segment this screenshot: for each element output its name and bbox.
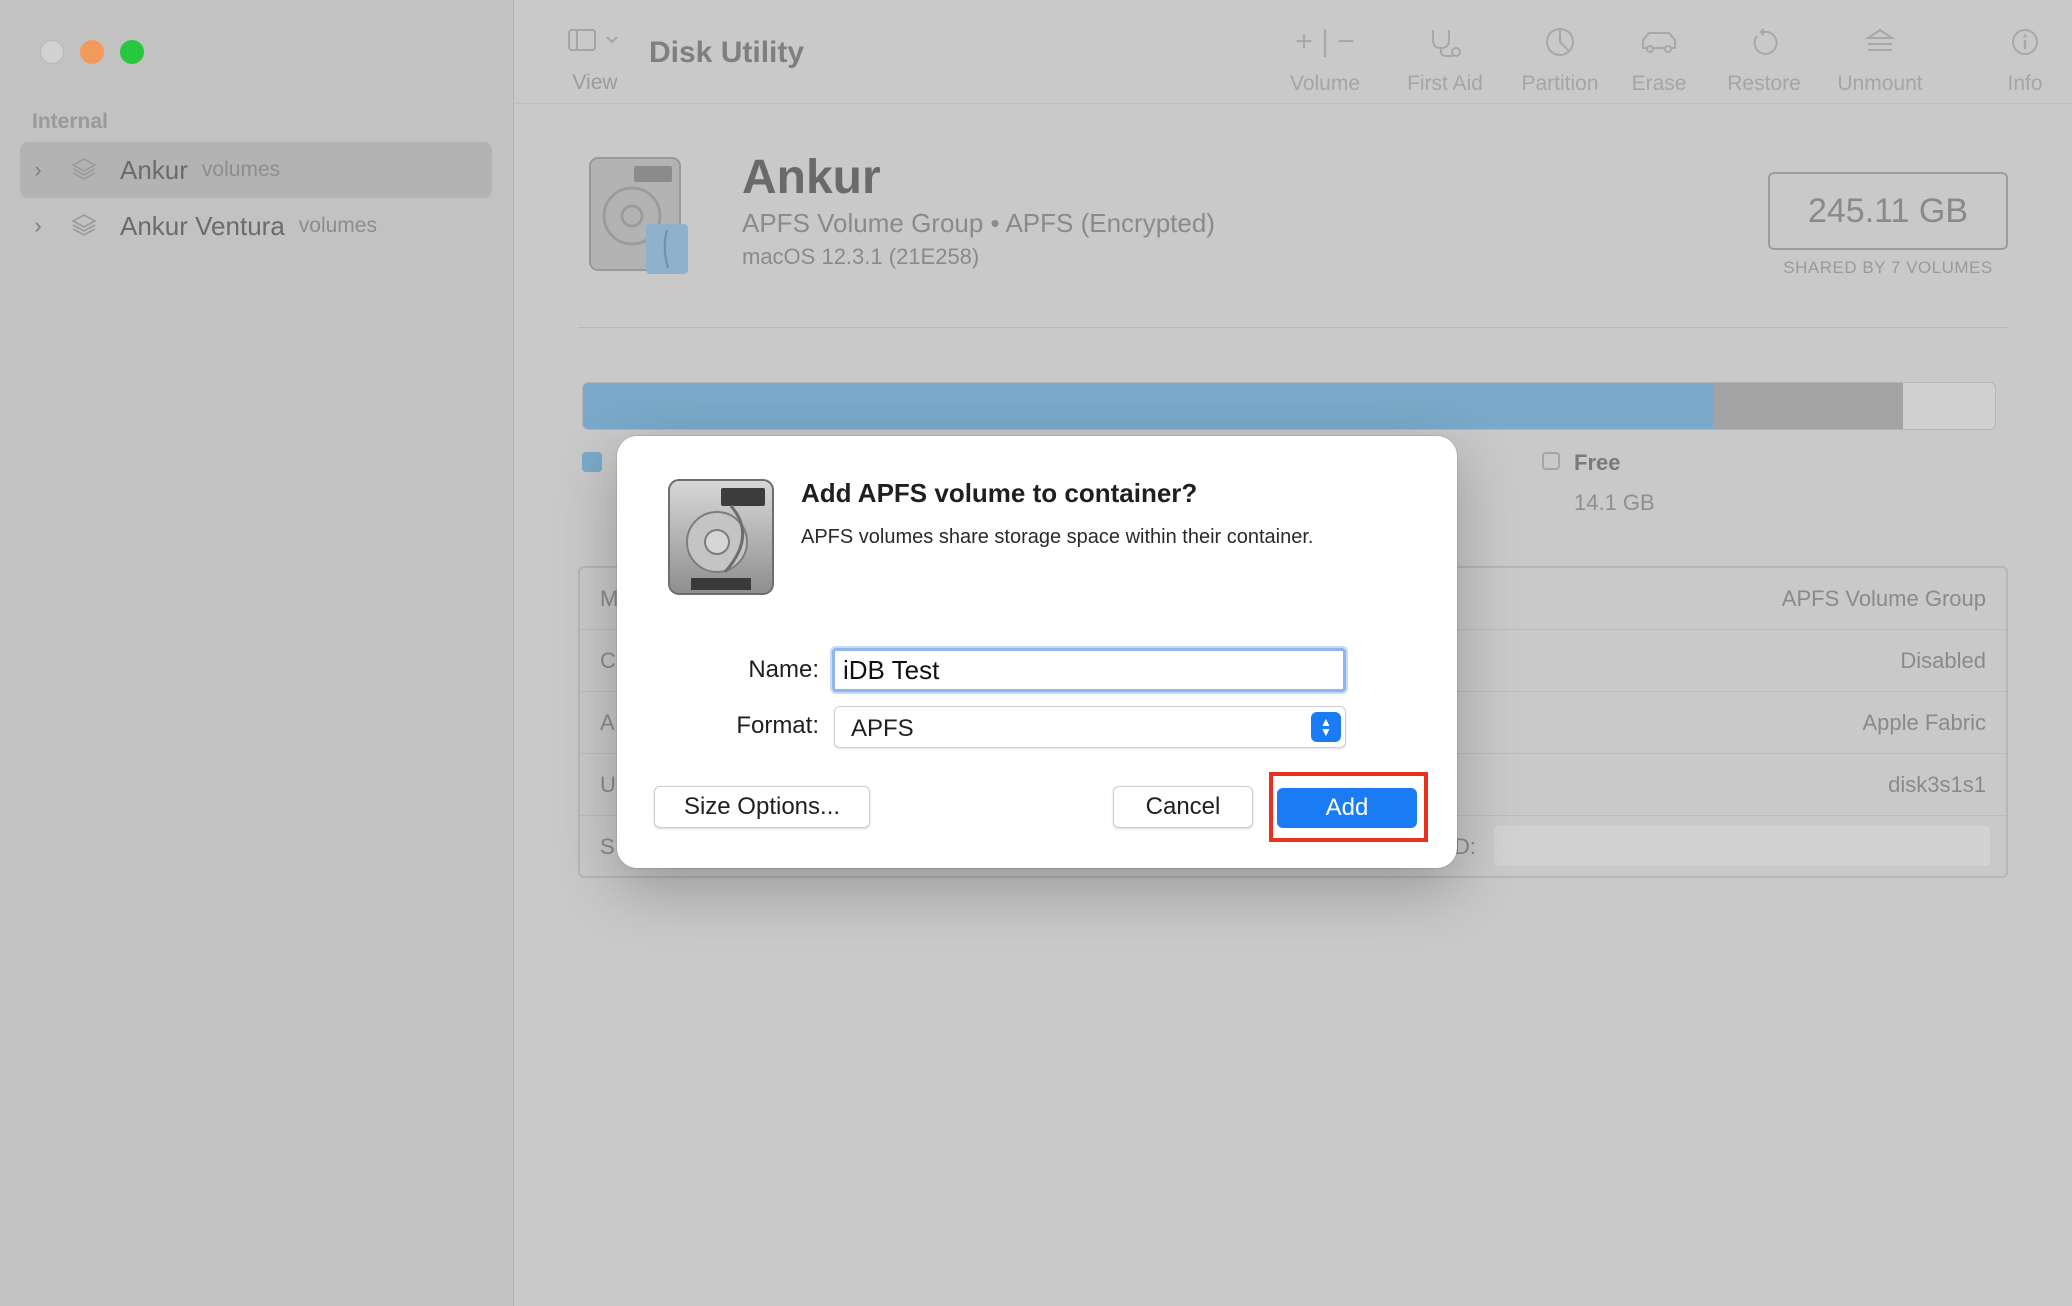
erase-button[interactable]: Erase	[1609, 24, 1709, 96]
add-button-highlight-box	[1269, 772, 1428, 842]
dialog-title: Add APFS volume to container?	[801, 478, 1198, 508]
volume-stack-icon	[71, 158, 97, 180]
cancel-button[interactable]: Cancel	[1113, 786, 1253, 828]
sidebar-item-sublabel: volumes	[298, 214, 377, 237]
sidebar-item-ankur[interactable]: › Ankur volumes	[20, 142, 492, 198]
info-button[interactable]: Info	[1985, 24, 2065, 96]
partition-button[interactable]: Partition	[1500, 24, 1620, 96]
size-options-button[interactable]: Size Options...	[654, 786, 870, 828]
dialog-message: APFS volumes share storage space within …	[801, 526, 1314, 548]
row-key: S	[600, 834, 615, 859]
unmount-button[interactable]: Unmount	[1815, 24, 1945, 96]
volume-name: Ankur	[742, 151, 881, 204]
legend-free-label: Free	[1574, 450, 1621, 475]
row-value-field	[1494, 826, 1990, 866]
sidebar-item-label: Ankur Ventura	[120, 210, 285, 241]
volume-button[interactable]: + | − Volume	[1265, 24, 1385, 96]
usage-bar	[582, 382, 1996, 430]
name-label: Name:	[748, 656, 819, 683]
view-label: View	[572, 71, 618, 94]
usage-bar-used	[583, 383, 1713, 429]
format-label: Format:	[736, 712, 819, 739]
volume-stack-icon	[71, 214, 97, 236]
format-select[interactable]: APFS ▲ ▼	[834, 706, 1346, 748]
volume-size: 245.11 GB	[1768, 172, 2008, 250]
format-select-value: APFS	[851, 715, 914, 742]
volume-subtitle: APFS Volume Group • APFS (Encrypted)	[742, 208, 1215, 238]
first-aid-button[interactable]: First Aid	[1385, 24, 1505, 96]
sidebar-section-internal: Internal	[32, 110, 108, 133]
legend-used-swatch	[582, 452, 602, 472]
volume-label: Volume	[1289, 72, 1361, 95]
unmount-label: Unmount	[1837, 72, 1923, 95]
legend-free-value: 14.1 GB	[1574, 490, 1655, 515]
sidebar-item-ankur-ventura[interactable]: › Ankur Ventura volumes	[20, 198, 492, 254]
restore-label: Restore	[1727, 72, 1801, 95]
disk-utility-window: Internal › Ankur volumes › Ankur Ventura…	[0, 0, 2072, 1306]
sidebar-item-sublabel: volumes	[201, 158, 281, 181]
volume-name-input[interactable]	[832, 648, 1346, 692]
select-updown-icon: ▲ ▼	[1311, 712, 1341, 742]
disclosure-chevron-icon[interactable]: ›	[20, 213, 56, 239]
row-detail-label: D:	[1454, 834, 1476, 859]
restore-button[interactable]: Restore	[1709, 24, 1819, 96]
row-value: Disabled	[1900, 648, 1986, 673]
row-value: Apple Fabric	[1862, 710, 1986, 735]
row-key: A	[600, 710, 615, 735]
row-key: U	[600, 772, 616, 797]
view-button[interactable]: View	[555, 28, 635, 95]
sidebar-toggle-icon	[568, 29, 618, 51]
erase-label: Erase	[1631, 72, 1687, 95]
sidebar: Internal › Ankur volumes › Ankur Ventura…	[0, 0, 514, 1306]
row-key: M	[600, 586, 619, 611]
hard-drive-finder-icon	[589, 157, 688, 274]
hard-drive-icon	[668, 479, 774, 595]
stethoscope-icon	[1432, 30, 1461, 57]
info-icon	[2012, 29, 2038, 55]
restore-arrow-icon	[1753, 28, 1778, 55]
plus-minus-icon: + | −	[1295, 25, 1355, 58]
info-label: Info	[2007, 72, 2043, 95]
row-value: APFS Volume Group	[1781, 586, 1986, 611]
toolbar: View Disk Utility + | − Volume First Aid	[515, 0, 2072, 104]
minimize-window-button[interactable]	[80, 40, 104, 64]
volume-size-caption: SHARED BY 7 VOLUMES	[1783, 258, 1993, 277]
row-value: disk3s1s1	[1888, 772, 1986, 797]
zoom-window-button[interactable]	[120, 40, 144, 64]
partition-label: Partition	[1521, 72, 1599, 95]
sidebar-item-label: Ankur	[120, 154, 188, 185]
eraser-car-icon	[1642, 32, 1676, 53]
unmount-icon	[1864, 28, 1896, 51]
app-title: Disk Utility	[649, 36, 805, 69]
close-window-button[interactable]	[40, 40, 64, 64]
volume-os-version: macOS 12.3.1 (21E258)	[742, 244, 980, 269]
usage-bar-other	[1712, 383, 1904, 429]
disclosure-chevron-icon[interactable]: ›	[20, 157, 56, 183]
divider	[578, 327, 2008, 328]
first-aid-label: First Aid	[1407, 72, 1483, 95]
row-key: C	[600, 648, 616, 673]
legend-free-swatch	[1542, 452, 1560, 470]
pie-chart-icon	[1546, 28, 1574, 56]
